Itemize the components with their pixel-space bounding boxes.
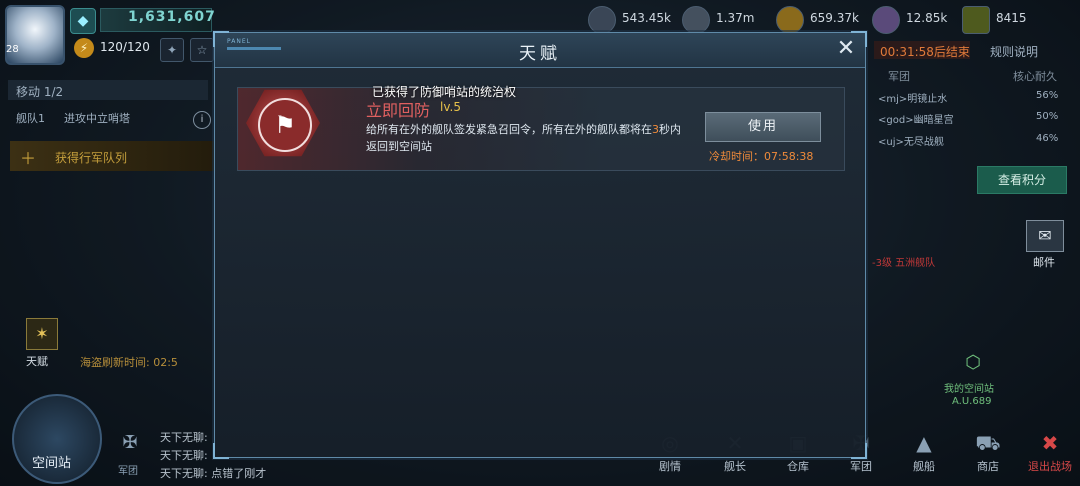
resource-value: 659.37k: [810, 11, 859, 25]
nav-shop[interactable]: ⛟ 商店: [962, 428, 1014, 474]
corner-decoration: [213, 31, 229, 47]
rules-link[interactable]: 规则说明: [990, 43, 1038, 60]
col-header-legion: 军团: [888, 70, 910, 83]
mail-icon[interactable]: ✉: [1026, 220, 1064, 252]
energy-value: 120/120: [100, 40, 150, 54]
enemy-marker[interactable]: -3级 五洲舰队: [872, 254, 935, 269]
my-station-coord: A.U.689: [952, 396, 992, 407]
my-station-label: 我的空间站: [944, 384, 994, 395]
energy-icon: ⚡: [74, 38, 94, 58]
resource-value: 1.37m: [716, 11, 755, 25]
ship-icon: ▲: [916, 431, 932, 455]
rank-name: <uj>无尽战舰: [878, 137, 944, 148]
legion-badge-icon[interactable]: ✦: [160, 38, 184, 62]
power-value: 1,631,607: [128, 9, 216, 25]
talent-icon[interactable]: ✶: [26, 318, 58, 350]
my-station-icon[interactable]: ⬡: [958, 352, 988, 376]
crystal-icon: [872, 6, 900, 34]
exit-icon: ✖: [1041, 431, 1059, 455]
rank-hp: 50%: [1036, 111, 1059, 122]
desc-text: 给所有在外的舰队签发紧急召回令，所有在外的舰队都将在: [366, 123, 652, 136]
player-avatar[interactable]: [5, 5, 65, 65]
gain-queue-label: 获得行军队列: [55, 151, 128, 165]
corner-decoration: [213, 443, 229, 459]
nav-ship[interactable]: ▲ 舰船: [898, 428, 950, 474]
pirate-refresh-text: 海盗刷新时间: 02:5: [80, 356, 178, 369]
player-level: 28: [6, 44, 19, 55]
use-button[interactable]: 使用: [705, 112, 821, 142]
power-icon: ◆: [70, 8, 96, 34]
metal-icon: [682, 6, 710, 34]
fleet-name: 舰队1: [16, 112, 45, 125]
shop-icon: ⛟: [975, 431, 1001, 455]
talent-name: 立即回防: [366, 101, 431, 120]
plus-icon: ＋: [20, 149, 37, 168]
space-station-label: 空间站: [32, 456, 72, 471]
resource-value: 8415: [996, 11, 1027, 25]
modal-title: 天赋: [519, 44, 561, 64]
talent-modal: PANEL 天赋 ✕: [213, 31, 867, 459]
mail-label: 邮件: [1033, 256, 1055, 269]
move-label: 移动 1/2: [16, 85, 64, 99]
nav-exit-battle[interactable]: ✖ 退出战场: [1024, 428, 1076, 474]
view-score-button[interactable]: 查看积分: [977, 166, 1067, 194]
talent-description: 给所有在外的舰队签发紧急召回令，所有在外的舰队都将在3秒内返回到空间站: [366, 121, 686, 155]
resource-value: 543.45k: [622, 11, 671, 25]
fuel-icon: [588, 6, 616, 34]
nav-label: 军团: [850, 460, 872, 473]
cooldown-text: 冷却时间：07:58:38: [709, 150, 814, 163]
talent-side-label: 天赋: [26, 355, 48, 368]
legion-label: 军团: [118, 466, 138, 477]
nav-label: 剧情: [659, 460, 681, 473]
nav-label: 仓库: [787, 460, 809, 473]
talent-level: lv.5: [440, 100, 461, 114]
nav-label: 舰长: [724, 460, 746, 473]
rank-name: <god>幽暗星宫: [878, 115, 954, 126]
col-header-hp: 核心耐久: [1013, 70, 1057, 83]
rank-name: <mj>明镜止水: [878, 94, 948, 105]
chat-line[interactable]: 天下无聊:: [160, 429, 208, 445]
nav-label: 舰船: [913, 460, 935, 473]
legion-icon[interactable]: ✠: [118, 432, 142, 456]
rank-hp: 46%: [1036, 133, 1059, 144]
gas-icon: [776, 6, 804, 34]
corner-decoration: [851, 31, 867, 47]
resource-value: 12.85k: [906, 11, 948, 25]
info-icon[interactable]: i: [193, 111, 211, 129]
fleet-task: 进攻中立哨塔: [64, 112, 130, 125]
credit-icon: [962, 6, 990, 34]
nav-label: 退出战场: [1028, 460, 1072, 473]
rank-hp: 56%: [1036, 90, 1059, 101]
modal-header: PANEL 天赋 ✕: [215, 33, 865, 68]
nav-label: 商店: [977, 460, 999, 473]
corner-decoration: [851, 443, 867, 459]
event-timer: 00:31:58后结束: [880, 45, 970, 59]
desc-highlight: 3: [652, 123, 659, 136]
chat-line[interactable]: 天下无聊:: [160, 447, 208, 463]
star-icon[interactable]: ☆: [190, 38, 214, 62]
chat-line[interactable]: 天下无聊: 点错了刚才: [160, 465, 266, 481]
recall-icon: ⚑: [258, 98, 312, 152]
